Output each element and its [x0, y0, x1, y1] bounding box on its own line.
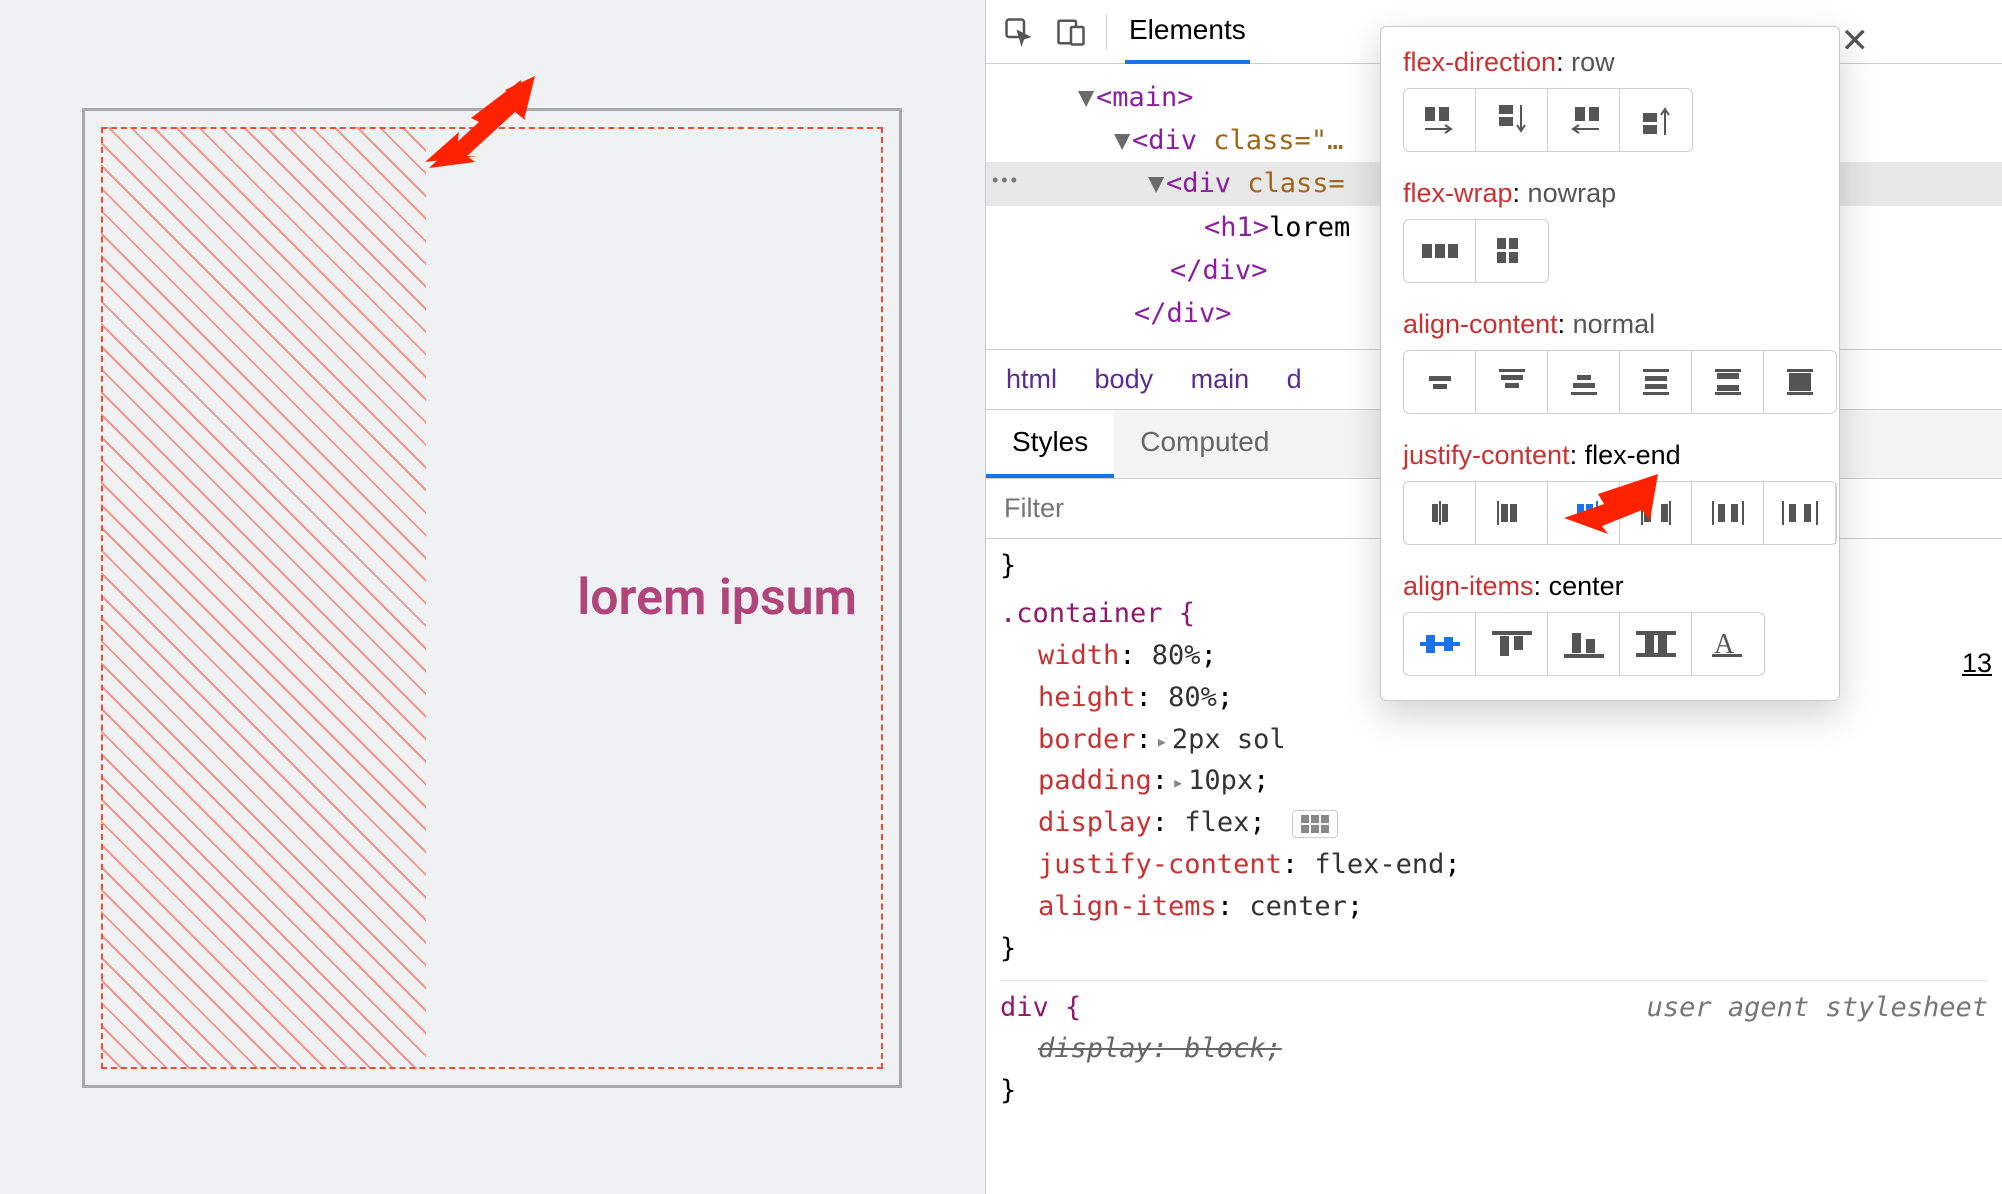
source-line-link[interactable]: 13 — [1962, 648, 1992, 679]
close-icon[interactable]: ✕ — [1841, 21, 1870, 61]
align-items-flex-end[interactable] — [1548, 613, 1620, 675]
justify-content-center[interactable] — [1404, 482, 1476, 544]
align-content-start[interactable] — [1476, 351, 1548, 413]
dom-main[interactable]: <main> — [1096, 82, 1194, 113]
flex-direction-row[interactable] — [1404, 89, 1476, 151]
heading-text: lorem ipsum — [577, 569, 857, 627]
align-content-space-between[interactable] — [1692, 351, 1764, 413]
justify-content-space-between[interactable] — [1620, 482, 1692, 544]
align-items-baseline[interactable]: A — [1692, 613, 1764, 675]
flex-direction-column[interactable] — [1476, 89, 1548, 151]
flex-direction-row-reverse[interactable] — [1548, 89, 1620, 151]
align-items-flex-start[interactable] — [1476, 613, 1548, 675]
flex-editor-badge-icon[interactable] — [1292, 810, 1338, 838]
align-items-stretch[interactable] — [1620, 613, 1692, 675]
flex-editor-popover: ✕ flex-direction: row flex-wrap: nowrap … — [1380, 26, 1840, 701]
justify-content-flex-start[interactable] — [1476, 482, 1548, 544]
align-content-end[interactable] — [1548, 351, 1620, 413]
device-toggle-icon[interactable] — [1054, 15, 1088, 49]
ua-stylesheet-note: user agent stylesheet — [1647, 987, 1988, 1029]
flex-wrap-nowrap[interactable] — [1404, 220, 1476, 282]
preview-pane: lorem ipsum — [0, 0, 985, 1194]
container-box: lorem ipsum — [82, 108, 902, 1088]
flex-free-space-hatch — [101, 127, 426, 1069]
justify-content-space-evenly[interactable] — [1764, 482, 1836, 544]
justify-content-space-around[interactable] — [1692, 482, 1764, 544]
align-content-space-around[interactable] — [1620, 351, 1692, 413]
justify-content-flex-end[interactable] — [1548, 482, 1620, 544]
flex-direction-column-reverse[interactable] — [1620, 89, 1692, 151]
inspect-icon[interactable] — [1002, 15, 1036, 49]
tab-styles[interactable]: Styles — [986, 410, 1114, 478]
tab-elements[interactable]: Elements — [1125, 0, 1250, 64]
align-items-center[interactable] — [1404, 613, 1476, 675]
align-content-stretch[interactable] — [1764, 351, 1836, 413]
tab-computed[interactable]: Computed — [1114, 410, 1295, 478]
flex-wrap-wrap[interactable] — [1476, 220, 1548, 282]
align-content-center[interactable] — [1404, 351, 1476, 413]
